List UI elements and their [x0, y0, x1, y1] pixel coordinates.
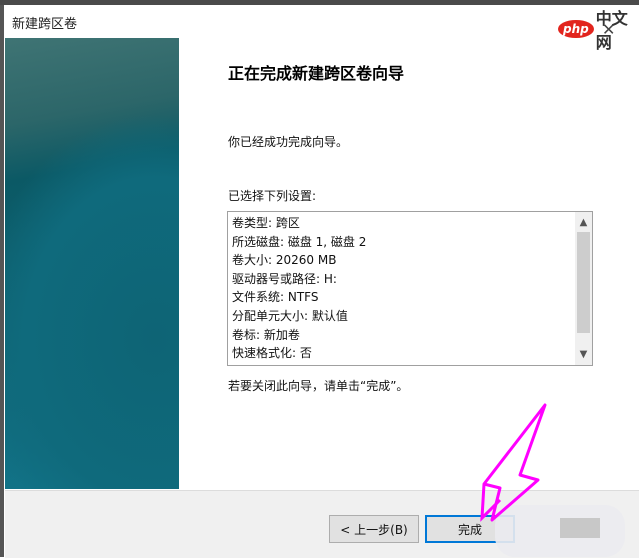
scroll-up-icon[interactable]: ▲: [575, 214, 592, 231]
wizard-side-banner: [5, 38, 179, 489]
left-edge: [0, 5, 4, 557]
list-item: 所选磁盘: 磁盘 1, 磁盘 2: [232, 234, 367, 249]
list-item: 驱动器号或路径: H:: [232, 271, 337, 286]
closing-text: 若要关闭此向导，请单击“完成”。: [228, 379, 409, 393]
scroll-down-icon[interactable]: ▼: [575, 346, 592, 363]
page-title: 正在完成新建跨区卷向导: [228, 64, 405, 83]
watermark-php: php: [558, 20, 594, 38]
annotation-arrow-icon: [480, 403, 547, 522]
watermark-logo: php 中文网: [558, 5, 639, 53]
list-item: 快速格式化: 否: [232, 346, 312, 361]
intro-text: 你已经成功完成向导。: [228, 135, 349, 149]
back-button[interactable]: < 上一步(B): [329, 515, 419, 543]
list-item: 卷标: 新加卷: [232, 327, 300, 342]
settings-label: 已选择下列设置:: [228, 189, 317, 203]
scroll-thumb[interactable]: [577, 232, 590, 333]
close-icon[interactable]: ✕: [602, 20, 615, 39]
list-item: 卷大小: 20260 MB: [232, 253, 337, 268]
list-item: 卷类型: 跨区: [232, 216, 300, 230]
top-border: [0, 0, 639, 5]
list-item: 文件系统: NTFS: [232, 290, 319, 305]
settings-listbox[interactable]: 卷类型: 跨区 所选磁盘: 磁盘 1, 磁盘 2 卷大小: 20260 MB 驱…: [227, 211, 593, 366]
window-title: 新建跨区卷: [12, 17, 78, 32]
list-item: 分配单元大小: 默认值: [232, 308, 348, 323]
vertical-scrollbar[interactable]: ▲ ▼: [575, 212, 592, 365]
